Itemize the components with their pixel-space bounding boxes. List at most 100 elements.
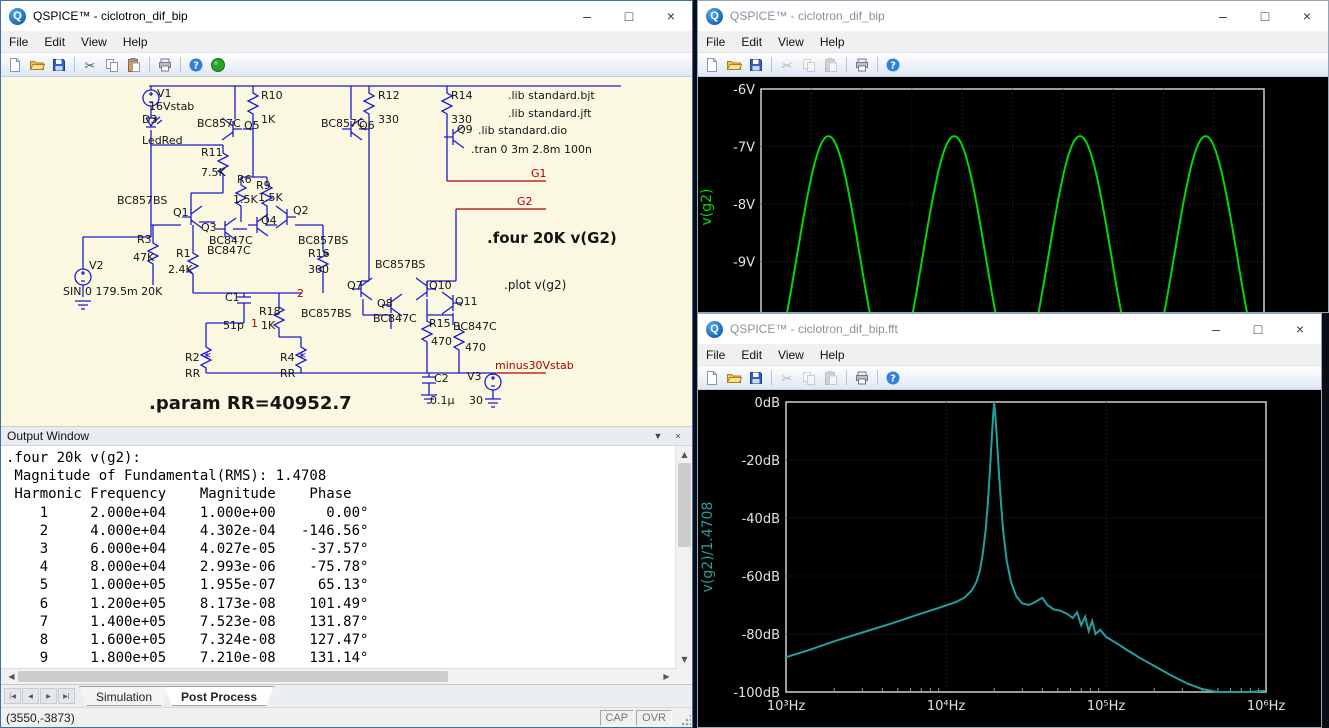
output-collapse-icon[interactable]: ▼	[650, 431, 666, 441]
qspice-logo-icon: Q	[706, 8, 723, 25]
maximize-button[interactable]: □	[1244, 1, 1286, 31]
copy-icon[interactable]	[102, 55, 122, 75]
print-icon[interactable]	[852, 55, 872, 75]
schematic-label: Q8	[377, 297, 393, 310]
schematic-label: R4	[280, 351, 295, 364]
tab-post-process[interactable]: Post Process	[164, 686, 274, 706]
menu-help[interactable]: Help	[812, 32, 853, 52]
save-icon[interactable]	[49, 55, 69, 75]
window-schematic: Q QSPICE™ - ciclotron_dif_bip –□× FileEd…	[0, 0, 693, 728]
horizontal-scrollbar-thumb[interactable]	[18, 671, 448, 682]
vertical-scrollbar-thumb[interactable]	[678, 463, 691, 547]
schematic-label: R10	[261, 89, 283, 102]
close-button[interactable]: ×	[1286, 1, 1328, 31]
minimize-button[interactable]: –	[1202, 1, 1244, 31]
menu-file[interactable]: File	[1, 32, 36, 52]
cut-icon[interactable]: ✂	[80, 55, 100, 75]
save-icon[interactable]	[746, 368, 766, 388]
open-folder-icon[interactable]	[27, 55, 47, 75]
schematic-label: 300	[308, 263, 329, 276]
menubar: FileEditViewHelp	[698, 31, 1328, 53]
new-file-icon[interactable]	[5, 55, 25, 75]
help-icon[interactable]: ?	[883, 55, 903, 75]
minimize-button[interactable]: –	[566, 1, 608, 31]
menu-help[interactable]: Help	[812, 345, 853, 365]
menu-file[interactable]: File	[698, 345, 733, 365]
output-vertical-scrollbar[interactable]: ▲ ▼	[675, 446, 692, 668]
maximize-button[interactable]: □	[608, 1, 650, 31]
print-icon[interactable]	[155, 55, 175, 75]
y-axis-tick-label: -6V	[733, 83, 755, 98]
output-panel-header[interactable]: Output Window ▼ ×	[1, 426, 692, 446]
minimize-button[interactable]: –	[1195, 314, 1237, 344]
resize-grip[interactable]	[677, 714, 691, 728]
output-close-icon[interactable]: ×	[670, 431, 686, 441]
tab-nav-last-button[interactable]: ▶|	[58, 688, 75, 704]
schematic-canvas[interactable]: V116VstabD3LedRedR101KBC857CQ5R12330BC85…	[1, 77, 692, 426]
tab-nav-first-button[interactable]: |◀	[4, 688, 21, 704]
close-button[interactable]: ×	[650, 1, 692, 31]
schematic-label: Q9	[457, 123, 473, 136]
x-axis-tick-label: 10⁴Hz	[927, 699, 966, 714]
close-button[interactable]: ×	[1279, 314, 1321, 344]
open-folder-icon[interactable]	[724, 55, 744, 75]
new-file-icon[interactable]	[702, 55, 722, 75]
output-panel-title: Output Window	[7, 429, 89, 443]
tab-nav-next-button[interactable]: ▶	[40, 688, 57, 704]
save-icon[interactable]	[746, 55, 766, 75]
waveform-plot[interactable]: -6V-7V-8V-9Vv(g2)	[698, 77, 1328, 312]
scroll-right-icon[interactable]: ▶	[658, 672, 675, 681]
titlebar[interactable]: Q QSPICE™ - ciclotron_dif_bip –□×	[1, 1, 692, 31]
cursor-coordinates: (3550,-3873)	[6, 711, 75, 725]
print-icon[interactable]	[852, 368, 872, 388]
cut-icon: ✂	[777, 368, 797, 388]
output-panel-body: .four 20k v(g2): Magnitude of Fundamenta…	[1, 446, 692, 668]
schematic-label: .four 20K v(G2)	[487, 229, 617, 247]
y-axis-tick-label: -8V	[733, 198, 755, 213]
schematic-label: 1.5K	[233, 193, 258, 206]
open-folder-icon[interactable]	[724, 368, 744, 388]
window-buttons: –□×	[1202, 1, 1328, 31]
output-horizontal-scrollbar[interactable]: ◀ ▶	[1, 668, 677, 684]
schematic-label: V2	[89, 259, 104, 272]
titlebar[interactable]: Q QSPICE™ - ciclotron_dif_bip –□×	[698, 1, 1328, 31]
tab-nav-prev-button[interactable]: ◀	[22, 688, 39, 704]
y-axis-tick-label: 0dB	[755, 396, 780, 411]
schematic-label: 1K	[261, 113, 276, 126]
paste-icon[interactable]	[124, 55, 144, 75]
menu-edit[interactable]: Edit	[733, 345, 770, 365]
menu-help[interactable]: Help	[115, 32, 156, 52]
menu-view[interactable]: View	[770, 32, 812, 52]
schematic-label: *	[203, 348, 211, 367]
help-icon[interactable]: ?	[883, 368, 903, 388]
schematic-label: 330	[378, 113, 399, 126]
maximize-button[interactable]: □	[1237, 314, 1279, 344]
schematic-label: V3	[467, 370, 482, 383]
scroll-up-icon[interactable]: ▲	[676, 450, 693, 459]
help-icon[interactable]: ?	[186, 55, 206, 75]
schematic-label: RR	[280, 367, 296, 380]
menu-edit[interactable]: Edit	[36, 32, 73, 52]
tab-simulation[interactable]: Simulation	[79, 686, 169, 706]
fft-y-axis-title: v(g2)/1.4708	[700, 502, 716, 593]
schematic-label: R18	[259, 305, 281, 318]
output-text[interactable]: .four 20k v(g2): Magnitude of Fundamenta…	[6, 449, 368, 667]
y-axis-tick-label: -20dB	[742, 454, 780, 469]
new-file-icon[interactable]	[702, 368, 722, 388]
menu-edit[interactable]: Edit	[733, 32, 770, 52]
schematic-label: BC847C	[453, 320, 497, 333]
menu-view[interactable]: View	[73, 32, 115, 52]
plot-frame	[786, 402, 1266, 692]
schematic-label: .lib standard.jft	[508, 107, 592, 120]
window-title: QSPICE™ - ciclotron_dif_bip.fft	[730, 322, 898, 336]
titlebar[interactable]: Q QSPICE™ - ciclotron_dif_bip.fft –□×	[698, 314, 1321, 344]
schematic-label: 30	[469, 394, 483, 407]
menu-view[interactable]: View	[770, 345, 812, 365]
scroll-down-icon[interactable]: ▼	[676, 655, 693, 664]
y-axis-tick-label: -80dB	[742, 628, 780, 643]
schematic-label: RR	[185, 367, 201, 380]
menu-file[interactable]: File	[698, 32, 733, 52]
fft-plot[interactable]: 0dB-20dB-40dB-60dB-80dB-100dB10³Hz10⁴Hz1…	[698, 390, 1321, 727]
qspice-logo-icon: Q	[706, 321, 723, 338]
run-icon[interactable]	[208, 55, 228, 75]
